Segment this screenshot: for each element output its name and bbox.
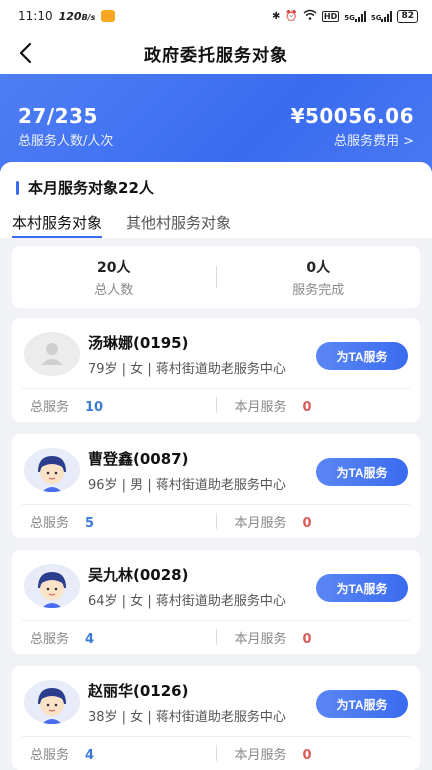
client-name: 汤琳娜(0195) xyxy=(88,334,189,352)
network-speed: 120B/s xyxy=(58,9,96,23)
client-info: 96岁 | 男 | 蒋村街道助老服务中心 xyxy=(88,478,286,493)
total-fee-label: 总服务费用 > xyxy=(333,134,414,149)
total-service-stat: 总服务 4 xyxy=(30,631,95,647)
summary-banner: 27/235 总服务人数/人次 ¥50056.06 总服务费用 > xyxy=(0,74,432,174)
serve-button[interactable]: 为TA服务 xyxy=(316,574,408,602)
client-card[interactable]: 吴九林(0028) 64岁 | 女 | 蒋村街道助老服务中心 为TA服务 总服务… xyxy=(12,550,420,654)
client-stats: 总服务 4 本月服务 0 xyxy=(12,620,420,654)
serve-button[interactable]: 为TA服务 xyxy=(316,690,408,718)
client-card[interactable]: 赵丽华(0126) 38岁 | 女 | 蒋村街道助老服务中心 为TA服务 总服务… xyxy=(12,666,420,770)
tab-local-village[interactable]: 本村服务对象 xyxy=(12,212,103,238)
tab-other-village[interactable]: 其他村服务对象 xyxy=(126,212,231,238)
client-name: 曹登鑫(0087) xyxy=(88,450,189,468)
signal-2-icon: 5G xyxy=(371,10,393,22)
signal-1-icon: 5G xyxy=(344,10,366,22)
battery-icon: 82 xyxy=(397,9,418,23)
total-service-stat: 总服务 5 xyxy=(30,515,95,531)
service-done-stat: 0人 服务完成 xyxy=(292,259,345,298)
alarm-icon: ⏰ xyxy=(285,10,298,22)
content-area: 本月服务对象22人 本村服务对象 其他村服务对象 20人 总人数 0人 服务完成… xyxy=(0,162,432,770)
default-avatar-icon xyxy=(24,332,80,376)
client-stats: 总服务 4 本月服务 0 xyxy=(12,736,420,770)
page-title: 政府委托服务对象 xyxy=(144,45,288,66)
total-service-stat: 总服务 10 xyxy=(30,399,104,415)
total-people-stat: 20人 总人数 xyxy=(94,259,134,298)
section-title-marker xyxy=(16,180,19,195)
people-count-label: 总服务人数/人次 xyxy=(18,134,114,149)
client-name: 吴九林(0028) xyxy=(88,566,189,584)
tab-bar: 本村服务对象 其他村服务对象 xyxy=(12,212,231,238)
wifi-icon xyxy=(303,9,317,23)
elder-avatar-icon xyxy=(24,680,80,724)
section-title: 本月服务对象22人 xyxy=(16,177,154,198)
total-service-stat: 总服务 4 xyxy=(30,747,95,763)
client-card[interactable]: 曹登鑫(0087) 96岁 | 男 | 蒋村街道助老服务中心 为TA服务 总服务… xyxy=(12,434,420,538)
bluetooth-icon: ✱ xyxy=(272,10,281,22)
status-bar: 11:10 120B/s ✱ ⏰ HD 5G 5G 82 xyxy=(0,0,432,32)
back-button[interactable] xyxy=(14,40,40,66)
month-service-stat: 本月服务 0 xyxy=(234,747,312,763)
notification-app-icon xyxy=(101,10,116,22)
total-fee: ¥50056.06 xyxy=(290,104,414,128)
elder-avatar-icon xyxy=(24,448,80,492)
month-service-stat: 本月服务 0 xyxy=(234,515,312,531)
nav-bar: 政府委托服务对象 xyxy=(0,32,432,74)
client-info: 38岁 | 女 | 蒋村街道助老服务中心 xyxy=(88,710,286,725)
hd-icon: HD xyxy=(321,10,340,22)
chevron-left-icon xyxy=(19,42,32,64)
client-info: 79岁 | 女 | 蒋村街道助老服务中心 xyxy=(88,362,286,377)
client-name: 赵丽华(0126) xyxy=(88,682,189,700)
section-header: 本月服务对象22人 本村服务对象 其他村服务对象 xyxy=(0,162,432,238)
client-card[interactable]: 汤琳娜(0195) 79岁 | 女 | 蒋村街道助老服务中心 为TA服务 总服务… xyxy=(12,318,420,422)
client-stats: 总服务 5 本月服务 0 xyxy=(12,504,420,538)
summary-card: 20人 总人数 0人 服务完成 xyxy=(12,246,420,308)
month-service-stat: 本月服务 0 xyxy=(234,631,312,647)
people-count: 27/235 xyxy=(18,104,98,128)
client-info: 64岁 | 女 | 蒋村街道助老服务中心 xyxy=(88,594,286,609)
total-fee-link[interactable]: ¥50056.06 总服务费用 > xyxy=(291,104,414,149)
client-stats: 总服务 10 本月服务 0 xyxy=(12,388,420,422)
month-service-stat: 本月服务 0 xyxy=(234,399,312,415)
serve-button[interactable]: 为TA服务 xyxy=(316,458,408,486)
status-time: 11:10 xyxy=(18,9,53,23)
elder-avatar-icon xyxy=(24,564,80,608)
serve-button[interactable]: 为TA服务 xyxy=(316,342,408,370)
